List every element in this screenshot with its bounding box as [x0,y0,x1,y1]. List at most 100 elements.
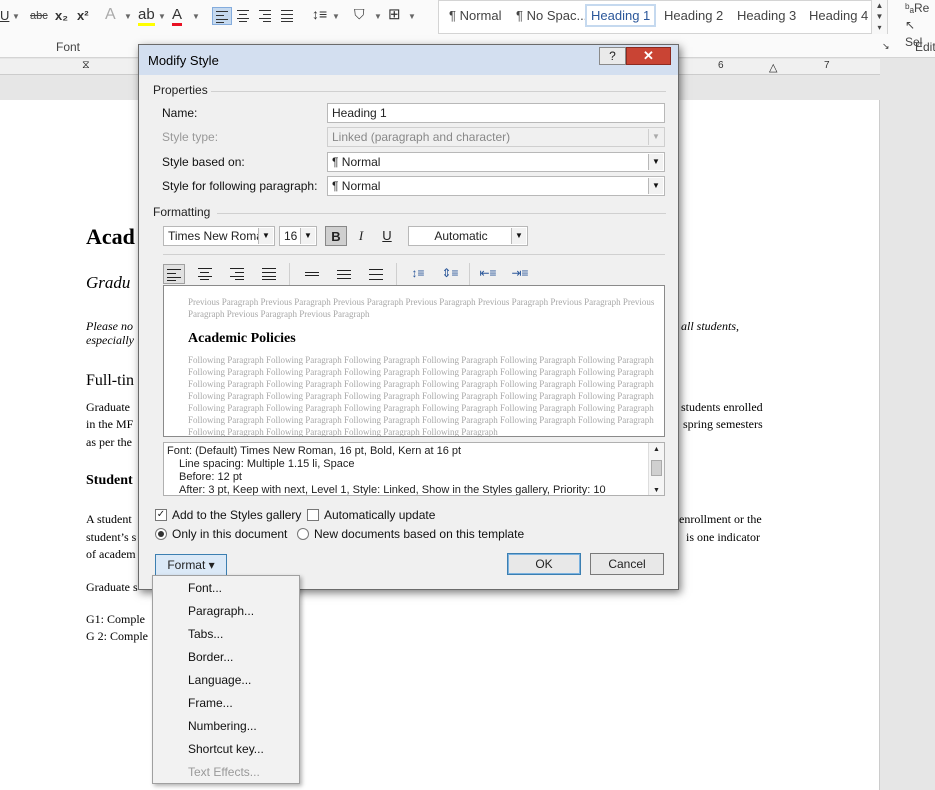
increase-paragraph-spacing-icon[interactable]: ↕≡ [407,264,429,284]
chevron-down-icon[interactable]: ▼ [300,228,315,244]
chevron-down-icon[interactable]: ▼ [124,12,132,21]
decrease-paragraph-spacing-icon[interactable]: ⇕≡ [439,264,461,284]
only-this-document-label[interactable]: Only in this document [172,527,287,541]
text-effects-icon[interactable]: A [105,6,116,24]
auto-update-checkbox[interactable] [307,509,319,521]
based-on-label: Style based on: [162,155,245,169]
menu-item-border[interactable]: Border... [188,650,233,664]
scroll-thumb[interactable] [651,460,662,476]
new-documents-label[interactable]: New documents based on this template [314,527,524,541]
decrease-indent-icon[interactable]: ⇤≡ [477,264,499,284]
menu-item-frame[interactable]: Frame... [188,696,233,710]
style-normal[interactable]: ¶ Normal [449,8,502,23]
following-paragraph-label: Style for following paragraph: [162,179,318,193]
style-heading-4[interactable]: Heading 4 [809,8,868,23]
justify-icon[interactable] [278,7,298,25]
doc-subheading: Student [86,473,133,488]
add-to-gallery-label[interactable]: Add to the Styles gallery [172,508,301,522]
menu-item-font[interactable]: Font... [188,581,222,595]
ok-button[interactable]: OK [507,553,581,575]
align-right-icon[interactable] [227,264,249,284]
menu-item-paragraph[interactable]: Paragraph... [188,604,254,618]
bold-button[interactable]: B [325,226,347,246]
subscript-icon[interactable]: x₂ [55,8,68,23]
chevron-down-icon[interactable]: ▼ [374,12,382,21]
format-button[interactable]: Format ▾ [155,554,227,576]
highlight-icon[interactable]: ab [138,6,155,26]
superscript-icon[interactable]: x² [77,8,89,23]
following-paragraph-select[interactable]: ¶ Normal ▼ [327,176,665,196]
help-button[interactable]: ? [599,47,626,65]
description-line: After: 3 pt, Keep with next, Level 1, St… [179,484,606,496]
underline-button[interactable]: U [376,226,398,246]
align-left-icon[interactable] [163,264,185,284]
italic-button[interactable]: I [350,226,372,246]
font-size-select[interactable]: 16 ▼ [279,226,317,246]
doc-body-line: Graduate s [86,580,138,594]
borders-icon[interactable]: ⊞ [388,5,401,23]
style-type-value: Linked (paragraph and character) [332,130,511,144]
shading-icon[interactable]: ⛉ [354,6,365,23]
replace-label[interactable]: Re [914,1,929,15]
scroll-up-icon[interactable]: ▲ [653,443,660,456]
styles-gallery-scroll[interactable]: ▲ ▼ ▾ [871,0,887,34]
single-spacing-icon[interactable] [302,264,324,284]
styles-gallery: ¶ Normal ¶ No Spac... Heading 1 Heading … [438,0,888,34]
chevron-down-icon[interactable]: ▼ [408,12,416,21]
only-this-document-radio[interactable] [155,528,167,540]
align-left-icon[interactable] [212,7,232,25]
line-spacing-icon[interactable]: ↕≡ [312,6,327,22]
align-center-icon[interactable] [195,264,217,284]
chevron-down-icon[interactable]: ▼ [158,12,166,21]
justify-icon[interactable] [259,264,281,284]
replace-icon[interactable]: ᵇₐ [905,1,914,15]
new-documents-radio[interactable] [297,528,309,540]
align-right-icon[interactable] [256,7,276,25]
chevron-down-icon[interactable]: ▼ [12,12,20,21]
menu-item-numbering[interactable]: Numbering... [188,719,257,733]
chevron-down-icon[interactable]: ▼ [192,12,200,21]
menu-item-tabs[interactable]: Tabs... [188,627,223,641]
menu-item-shortcut-key[interactable]: Shortcut key... [188,742,264,756]
cancel-button[interactable]: Cancel [590,553,664,575]
close-button[interactable]: ✕ [626,47,671,65]
section-divider [163,254,665,255]
style-no-spacing[interactable]: ¶ No Spac... [516,8,587,23]
chevron-down-icon[interactable]: ▼ [258,228,273,244]
doc-note-line: all students, [681,319,740,333]
chevron-down-icon: ▼ [648,129,663,145]
ruler-number: 7 [824,60,830,71]
chevron-down-icon[interactable]: ▼ [332,12,340,21]
add-to-gallery-checkbox[interactable]: ✓ [155,509,167,521]
auto-update-label[interactable]: Automatically update [324,508,435,522]
scroll-down-icon[interactable]: ▼ [653,484,660,495]
toolbar-divider [396,263,397,285]
based-on-select[interactable]: ¶ Normal ▼ [327,152,665,172]
double-spacing-icon[interactable] [366,264,388,284]
style-heading-1[interactable]: Heading 1 [585,4,657,27]
dialog-launcher-icon[interactable]: ↘ [882,41,890,52]
indent-marker-icon[interactable]: ⧖ [82,59,90,72]
name-input[interactable]: Heading 1 [327,103,665,123]
increase-indent-icon[interactable]: ⇥≡ [509,264,531,284]
font-color-select[interactable]: Automatic ▼ [408,226,528,246]
editing-group-label: Edit [915,40,935,54]
dialog-titlebar[interactable]: Modify Style ? ✕ [139,45,678,75]
font-name-select[interactable]: Times New Roman ▼ [163,226,275,246]
font-name-value: Times New Roman [168,229,270,243]
align-center-icon[interactable] [234,7,254,25]
menu-item-language[interactable]: Language... [188,673,251,687]
chevron-down-icon[interactable]: ▼ [648,178,663,194]
properties-section-label: Properties [153,83,208,97]
font-color-icon[interactable]: A [172,6,183,26]
chevron-down-icon[interactable]: ▼ [648,154,663,170]
style-heading-2[interactable]: Heading 2 [664,8,723,23]
description-scrollbar[interactable]: ▲ ▼ [648,443,664,495]
style-heading-3[interactable]: Heading 3 [737,8,796,23]
chevron-down-icon[interactable]: ▼ [511,228,526,244]
underline-icon[interactable]: U [0,8,9,23]
select-icon[interactable]: ↖ [905,18,915,32]
strikethrough-icon[interactable]: abc [30,10,48,22]
one-half-spacing-icon[interactable] [334,264,356,284]
right-indent-marker-icon[interactable]: △ [769,61,777,74]
